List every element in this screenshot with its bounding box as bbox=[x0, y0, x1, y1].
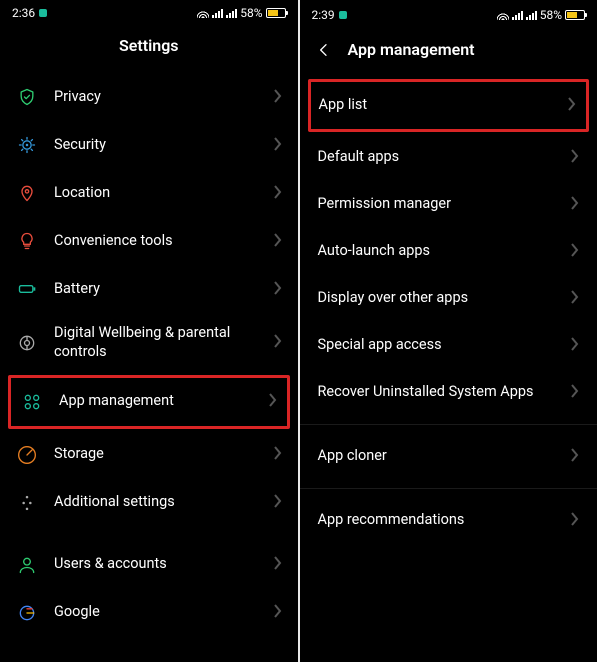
app-management-list: App list Default apps Permission manager… bbox=[300, 77, 597, 662]
battery-icon bbox=[266, 8, 286, 18]
back-button[interactable] bbox=[316, 42, 332, 58]
app-management-screen: 2:39 58% App management App list Defa bbox=[300, 0, 597, 662]
chevron-right-icon bbox=[571, 336, 579, 355]
settings-item-label: Users & accounts bbox=[54, 555, 274, 574]
item-label: Default apps bbox=[318, 148, 572, 167]
wifi-icon bbox=[497, 10, 509, 20]
wifi-icon bbox=[197, 8, 209, 18]
settings-item-label: App management bbox=[59, 392, 269, 411]
highlight-box: App management bbox=[8, 375, 290, 429]
chevron-right-icon bbox=[274, 136, 282, 155]
battery-percent: 58% bbox=[240, 6, 262, 20]
chevron-right-icon bbox=[274, 280, 282, 299]
apps-icon bbox=[19, 392, 45, 412]
settings-item-additional[interactable]: Additional settings bbox=[0, 479, 298, 527]
settings-item-label: Security bbox=[54, 136, 274, 155]
settings-item-label: Convenience tools bbox=[54, 232, 274, 251]
privacy-icon bbox=[14, 87, 40, 107]
wellbeing-icon bbox=[14, 333, 40, 353]
google-icon bbox=[14, 603, 40, 623]
chevron-right-icon bbox=[571, 148, 579, 167]
battery-icon bbox=[14, 279, 40, 299]
battery-icon bbox=[565, 10, 585, 20]
status-bar: 2:36 58% bbox=[0, 0, 298, 22]
settings-item-label: Battery bbox=[54, 280, 274, 299]
settings-item-label: Google bbox=[54, 603, 274, 622]
settings-item-security[interactable]: Security bbox=[0, 121, 298, 169]
status-bar: 2:39 58% bbox=[300, 0, 597, 26]
signal-icon bbox=[512, 10, 523, 20]
item-display-over[interactable]: Display over other apps bbox=[300, 275, 597, 322]
item-label: App recommendations bbox=[318, 511, 572, 530]
item-label: App list bbox=[319, 96, 569, 115]
item-label: Display over other apps bbox=[318, 289, 572, 308]
settings-item-battery[interactable]: Battery bbox=[0, 265, 298, 313]
settings-item-users[interactable]: Users & accounts bbox=[0, 541, 298, 589]
highlight-box: App list bbox=[308, 79, 590, 132]
settings-item-location[interactable]: Location bbox=[0, 169, 298, 217]
item-label: Permission manager bbox=[318, 195, 572, 214]
location-icon bbox=[14, 183, 40, 203]
notification-dot-icon bbox=[39, 9, 47, 17]
chevron-right-icon bbox=[571, 242, 579, 261]
settings-item-software-update[interactable]: Software update bbox=[0, 651, 298, 662]
settings-item-wellbeing[interactable]: Digital Wellbeing & parental controls bbox=[0, 313, 298, 373]
chevron-right-icon bbox=[571, 511, 579, 530]
users-icon bbox=[14, 555, 40, 575]
chevron-right-icon bbox=[274, 445, 282, 464]
settings-item-app-management[interactable]: App management bbox=[11, 378, 287, 426]
chevron-right-icon bbox=[274, 88, 282, 107]
item-label: Auto-launch apps bbox=[318, 242, 572, 261]
item-app-cloner[interactable]: App cloner bbox=[300, 433, 597, 480]
item-default-apps[interactable]: Default apps bbox=[300, 134, 597, 181]
signal-icon bbox=[212, 8, 223, 18]
item-app-recommendations[interactable]: App recommendations bbox=[300, 497, 597, 544]
settings-item-privacy[interactable]: Privacy bbox=[0, 73, 298, 121]
chevron-right-icon bbox=[568, 96, 576, 115]
settings-item-label: Digital Wellbeing & parental controls bbox=[54, 324, 274, 362]
signal-icon bbox=[226, 8, 237, 18]
chevron-right-icon bbox=[274, 493, 282, 512]
clock-time: 2:39 bbox=[312, 8, 335, 22]
settings-item-storage[interactable]: Storage bbox=[0, 431, 298, 479]
page-title: Settings bbox=[0, 22, 298, 73]
clock-time: 2:36 bbox=[12, 6, 35, 20]
security-icon bbox=[14, 135, 40, 155]
chevron-right-icon bbox=[274, 184, 282, 203]
settings-item-label: Additional settings bbox=[54, 493, 274, 512]
settings-item-google[interactable]: Google bbox=[0, 589, 298, 637]
settings-item-label: Privacy bbox=[54, 88, 274, 107]
settings-item-label: Storage bbox=[54, 445, 274, 464]
chevron-right-icon bbox=[269, 392, 277, 411]
notification-dot-icon bbox=[339, 11, 347, 19]
chevron-right-icon bbox=[274, 555, 282, 574]
chevron-right-icon bbox=[571, 195, 579, 214]
item-auto-launch[interactable]: Auto-launch apps bbox=[300, 228, 597, 275]
chevron-right-icon bbox=[274, 603, 282, 622]
chevron-right-icon bbox=[571, 289, 579, 308]
settings-screen: 2:36 58% Settings Privacy Security bbox=[0, 0, 298, 662]
item-app-list[interactable]: App list bbox=[311, 82, 587, 129]
chevron-right-icon bbox=[274, 232, 282, 251]
bulb-icon bbox=[14, 231, 40, 251]
settings-list: Privacy Security Location Convenience to… bbox=[0, 73, 298, 662]
page-title: App management bbox=[348, 40, 475, 59]
divider bbox=[300, 424, 597, 425]
item-label: Special app access bbox=[318, 336, 572, 355]
more-icon bbox=[14, 493, 40, 513]
divider bbox=[300, 488, 597, 489]
settings-item-convenience[interactable]: Convenience tools bbox=[0, 217, 298, 265]
storage-icon bbox=[14, 445, 40, 465]
battery-percent: 58% bbox=[540, 8, 562, 22]
settings-item-label: Location bbox=[54, 184, 274, 203]
chevron-right-icon bbox=[571, 447, 579, 466]
chevron-right-icon bbox=[274, 333, 282, 352]
signal-icon bbox=[526, 10, 537, 20]
item-recover-apps[interactable]: Recover Uninstalled System Apps bbox=[300, 369, 597, 416]
item-label: Recover Uninstalled System Apps bbox=[318, 383, 572, 402]
item-label: App cloner bbox=[318, 447, 572, 466]
item-permission-manager[interactable]: Permission manager bbox=[300, 181, 597, 228]
item-special-access[interactable]: Special app access bbox=[300, 322, 597, 369]
chevron-right-icon bbox=[571, 383, 579, 402]
